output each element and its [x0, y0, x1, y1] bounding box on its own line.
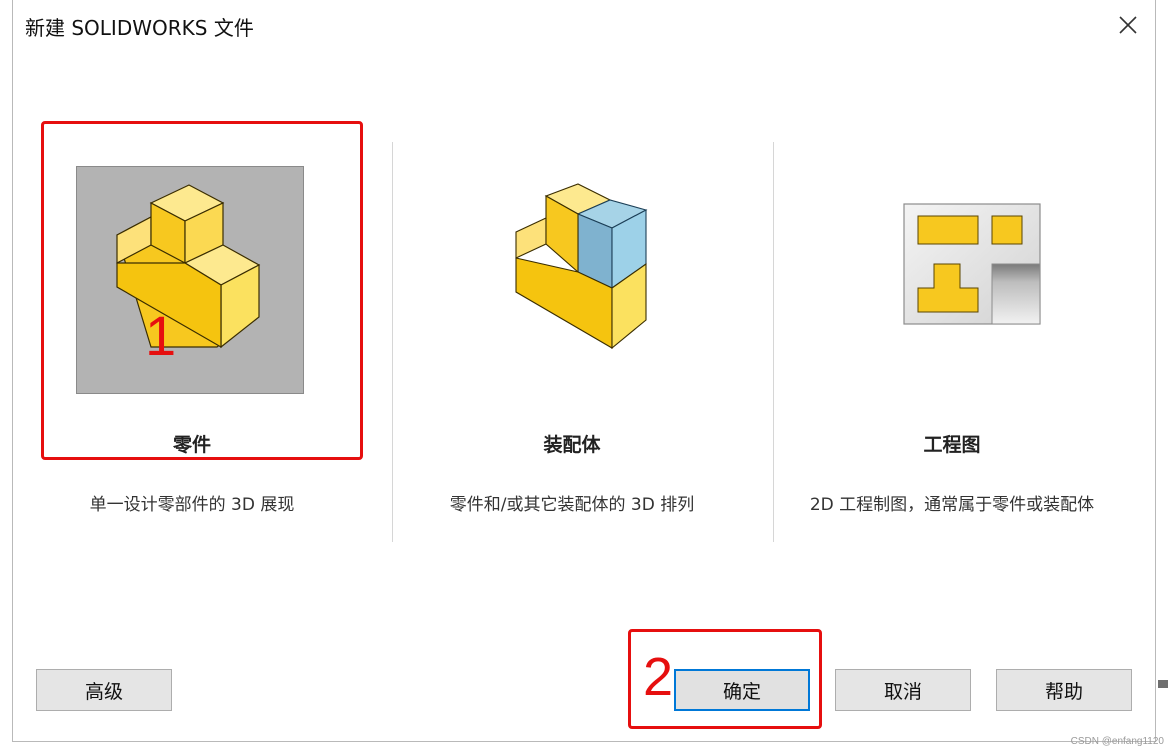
step-marker-2: 2 — [643, 647, 674, 707]
option-drawing-description: 2D 工程制图，通常属于零件或装配体 — [809, 495, 1095, 515]
drawing-thumbnail[interactable] — [902, 202, 1042, 326]
assembly-thumbnail[interactable] — [506, 180, 666, 350]
option-assembly-label: 装配体 — [543, 434, 601, 456]
option-part-label: 零件 — [172, 434, 211, 456]
option-part[interactable]: 零件 单一设计零部件的 3D 展现 — [30, 120, 354, 540]
advanced-button[interactable]: 高级 — [36, 669, 172, 711]
option-assembly[interactable]: 装配体 零件和/或其它装配体的 3D 排列 — [410, 120, 734, 540]
option-part-description: 单一设计零部件的 3D 展现 — [89, 495, 295, 515]
divider — [392, 142, 393, 542]
divider — [773, 142, 774, 542]
part-thumbnail[interactable] — [76, 166, 304, 394]
close-icon[interactable] — [1117, 14, 1139, 36]
window-edge-marker — [1158, 680, 1168, 688]
help-button[interactable]: 帮助 — [996, 669, 1132, 711]
part-icon — [116, 184, 261, 349]
step-marker-1: 1 — [145, 304, 177, 367]
drawing-icon — [903, 203, 1041, 325]
option-drawing[interactable]: 工程图 2D 工程制图，通常属于零件或装配体 — [790, 120, 1114, 540]
dialog-title: 新建 SOLIDWORKS 文件 — [25, 16, 254, 40]
assembly-icon — [515, 183, 648, 350]
cancel-button[interactable]: 取消 — [835, 669, 971, 711]
ok-button[interactable]: 确定 — [674, 669, 810, 711]
option-drawing-label: 工程图 — [923, 434, 981, 456]
option-assembly-description: 零件和/或其它装配体的 3D 排列 — [449, 495, 695, 515]
watermark: CSDN @enfang1120 — [1070, 736, 1164, 747]
